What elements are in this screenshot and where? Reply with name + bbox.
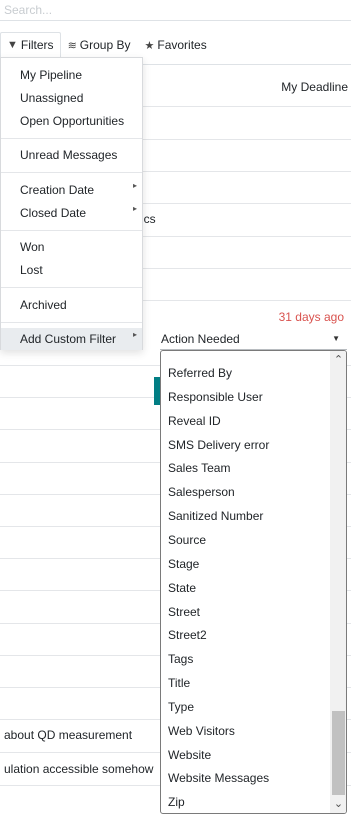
selected-field-label: Action Needed (161, 332, 240, 346)
filter-won[interactable]: Won (20, 240, 44, 254)
menu-divider (1, 287, 142, 288)
filter-unassigned[interactable]: Unassigned (20, 91, 83, 105)
field-option[interactable]: Street (168, 605, 200, 619)
filter-lost[interactable]: Lost (20, 263, 43, 277)
filters-label: Filters (20, 38, 54, 52)
custom-filter-field-select[interactable]: Action Needed ▼ (160, 332, 347, 350)
field-option[interactable]: State (168, 581, 196, 595)
field-option[interactable]: Street2 (168, 628, 207, 642)
menu-divider (1, 322, 142, 323)
table-row-text[interactable]: ulation accessible somehow (4, 762, 153, 776)
star-icon: ★ (144, 39, 155, 52)
filter-my-pipeline[interactable]: My Pipeline (20, 68, 82, 82)
favorites-button[interactable]: ★ Favorites (137, 32, 213, 58)
field-option[interactable]: Website Messages (168, 771, 269, 785)
field-option[interactable]: Source (168, 533, 206, 547)
search-panel-toolbar: ▼ Filters ≋ Group By ★ Favorites (0, 32, 214, 58)
filter-creation-date[interactable]: Creation Date ▸ (20, 181, 137, 197)
filters-button[interactable]: ▼ Filters (0, 32, 61, 58)
field-option[interactable]: Reveal ID (168, 414, 221, 428)
menu-divider (1, 172, 142, 173)
field-option[interactable]: Sales Team (168, 461, 230, 475)
field-option[interactable]: Salesperson (168, 485, 235, 499)
field-option[interactable]: Tags (168, 652, 193, 666)
favorites-label: Favorites (157, 38, 207, 52)
caret-right-icon: ▸ (133, 204, 138, 213)
search-bar (0, 0, 351, 21)
field-option[interactable]: Website (168, 748, 211, 762)
add-custom-filter-label: Add Custom Filter (20, 332, 117, 346)
scrollbar-thumb[interactable] (332, 711, 345, 795)
scroll-down-icon[interactable]: ⌄ (330, 796, 346, 812)
table-row-text[interactable]: about QD measurement (4, 728, 132, 742)
filter-icon: ▼ (7, 39, 18, 51)
search-input[interactable] (4, 3, 347, 17)
filters-dropdown: My Pipeline Unassigned Open Opportunitie… (0, 57, 143, 350)
table-row-text[interactable]: ics (141, 212, 156, 226)
field-option-partial (168, 351, 171, 356)
field-option[interactable]: Zip (168, 795, 185, 809)
field-option[interactable]: Stage (168, 557, 199, 571)
layers-icon: ≋ (67, 39, 77, 52)
filter-open-opportunities[interactable]: Open Opportunities (20, 114, 124, 128)
scroll-up-icon[interactable]: ⌃ (330, 352, 346, 368)
add-custom-filter[interactable]: Add Custom Filter ▸ (20, 330, 137, 346)
field-option[interactable]: Responsible User (168, 390, 263, 404)
caret-right-icon: ▸ (133, 330, 138, 339)
filter-creation-date-label: Creation Date (20, 183, 95, 197)
groupby-label: Group By (79, 38, 131, 52)
deadline-overdue: 31 days ago (278, 310, 344, 324)
field-option[interactable]: Referred By (168, 366, 232, 380)
field-option[interactable]: Web Visitors (168, 724, 235, 738)
field-option[interactable]: Sanitized Number (168, 509, 263, 523)
field-option[interactable]: Type (168, 700, 194, 714)
listbox-scrollbar[interactable]: ⌃ ⌄ (330, 351, 346, 813)
caret-right-icon: ▸ (133, 181, 138, 190)
menu-divider (1, 230, 142, 231)
filter-unread-messages[interactable]: Unread Messages (20, 148, 117, 162)
field-option[interactable]: Title (168, 676, 190, 690)
field-option[interactable]: SMS Delivery error (168, 438, 269, 452)
filter-closed-date[interactable]: Closed Date ▸ (20, 204, 137, 220)
filter-archived[interactable]: Archived (20, 298, 67, 312)
filter-closed-date-label: Closed Date (20, 206, 87, 220)
column-header-deadline[interactable]: My Deadline (281, 80, 348, 94)
menu-divider (1, 138, 142, 139)
groupby-button[interactable]: ≋ Group By (61, 32, 138, 58)
field-options-listbox[interactable]: Referred By Responsible User Reveal ID SMS … (160, 350, 347, 814)
chevron-down-icon: ▼ (332, 334, 340, 343)
